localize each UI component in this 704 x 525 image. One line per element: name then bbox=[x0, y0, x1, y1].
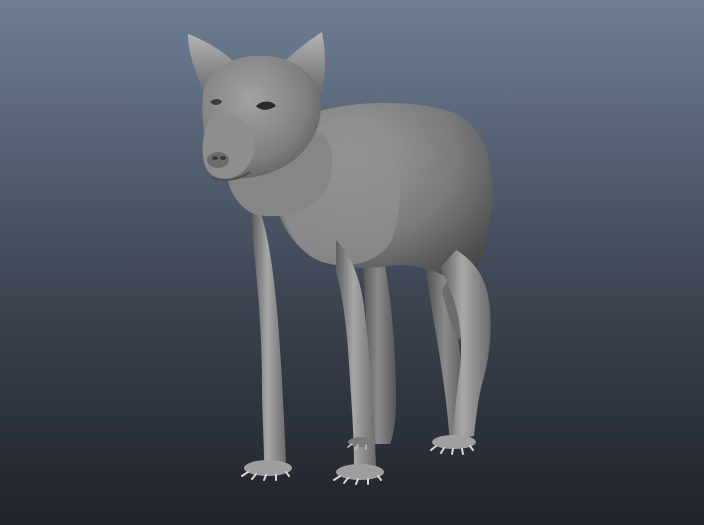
wolf-nose bbox=[207, 152, 229, 168]
3d-viewport[interactable] bbox=[0, 0, 704, 525]
viewport-canvas[interactable] bbox=[0, 0, 704, 525]
